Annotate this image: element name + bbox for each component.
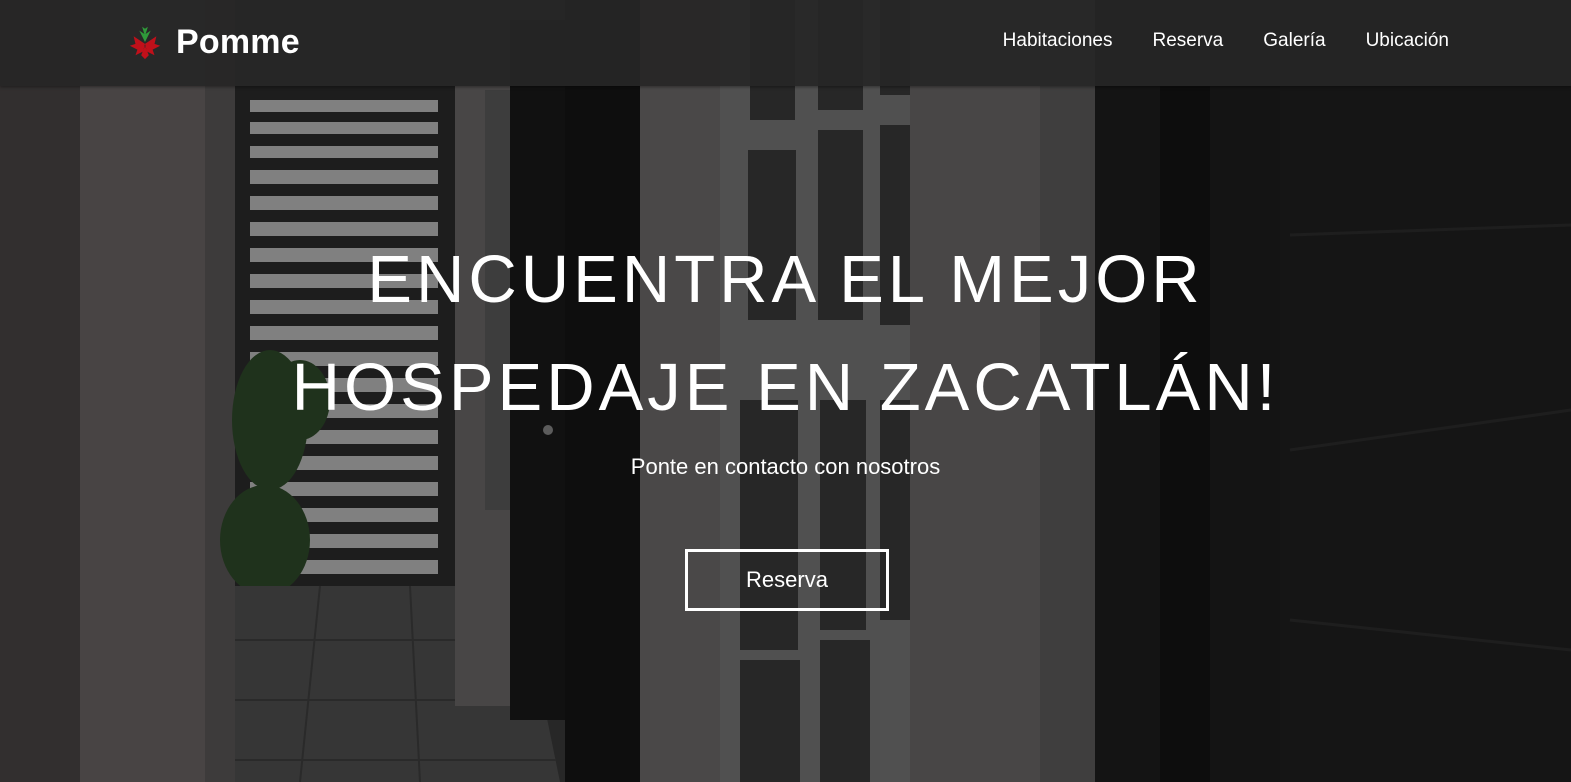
nav-link-habitaciones[interactable]: Habitaciones bbox=[1003, 28, 1113, 54]
nav-link-ubicacion[interactable]: Ubicación bbox=[1366, 28, 1449, 54]
reserva-button[interactable]: Reserva bbox=[685, 549, 889, 611]
hero-subtitle: Ponte en contacto con nosotros bbox=[630, 454, 941, 479]
hero-headline-line-2: HOSPEDAJE EN ZACATLÁN! bbox=[291, 350, 1280, 425]
nav-link-reserva[interactable]: Reserva bbox=[1153, 28, 1224, 54]
main-nav: Habitaciones Reserva Galería Ubicación bbox=[1003, 28, 1449, 54]
nav-link-galeria[interactable]: Galería bbox=[1263, 28, 1325, 54]
hero-headline: ENCUENTRA EL MEJOR HOSPEDAJE EN ZACATLÁN… bbox=[0, 226, 1571, 442]
top-navbar: Pomme Habitaciones Reserva Galería Ubica… bbox=[0, 0, 1571, 86]
ornament-logo-icon bbox=[129, 26, 161, 60]
brand-name: Pomme bbox=[176, 22, 300, 61]
hero-section: Pomme Habitaciones Reserva Galería Ubica… bbox=[0, 0, 1571, 782]
brand-link[interactable]: Pomme bbox=[126, 22, 300, 62]
hero-headline-line-1: ENCUENTRA EL MEJOR bbox=[367, 242, 1204, 317]
